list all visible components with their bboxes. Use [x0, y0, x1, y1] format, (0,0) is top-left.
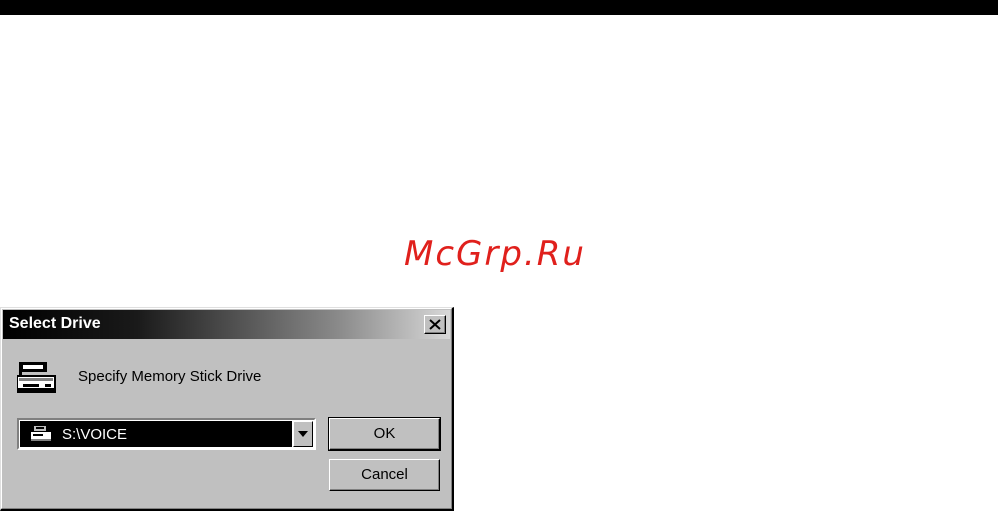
drive-select-dropdown-button[interactable] [293, 421, 313, 447]
close-icon [429, 319, 441, 330]
drive-icon [30, 425, 52, 447]
memory-stick-drive-icon [16, 360, 57, 394]
chevron-down-icon [298, 431, 308, 437]
select-drive-dialog: Select Drive Specify Memory Stick Drive [0, 307, 454, 511]
prompt-label: Specify Memory Stick Drive [78, 368, 262, 385]
drive-select[interactable]: S:\VOICE [17, 418, 316, 450]
top-black-strip [0, 0, 998, 15]
ok-button[interactable]: OK [328, 417, 441, 451]
cancel-button[interactable]: Cancel [329, 459, 440, 491]
watermark-text: McGrp.Ru [404, 234, 586, 274]
drive-select-value-field[interactable]: S:\VOICE [20, 421, 292, 447]
dialog-titlebar[interactable]: Select Drive [3, 310, 450, 339]
drive-select-value: S:\VOICE [62, 426, 128, 443]
close-button[interactable] [424, 315, 446, 334]
dialog-title: Select Drive [9, 315, 101, 332]
